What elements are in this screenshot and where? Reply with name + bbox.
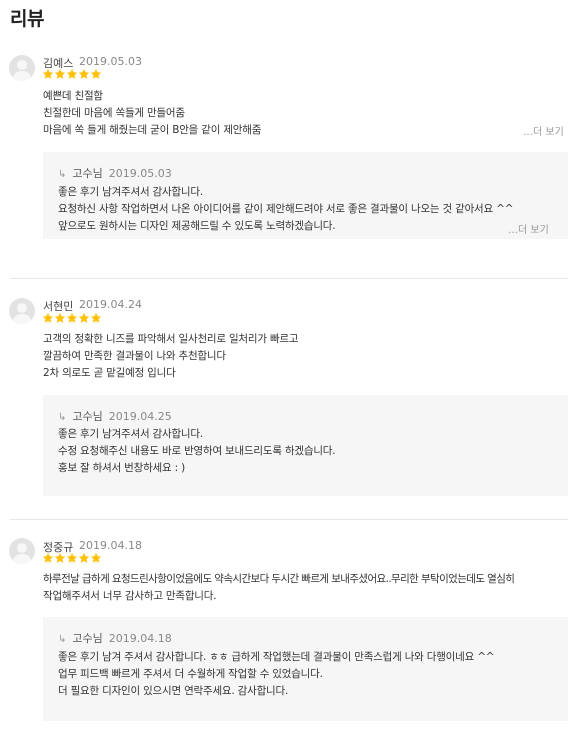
review-line: 하루전날 급하게 요청드린사항이었음에도 약속시간보다 두시간 빠르게 보내주셨… — [43, 573, 515, 585]
reply-body: 좋은 후기 남겨주셔서 감사합니다. 요청하신 사항 작업하면서 나온 아이디어… — [58, 184, 514, 235]
star-icon — [54, 68, 66, 80]
reply-header: ↳ 고수님 2019.05.03 — [58, 165, 172, 181]
page-title: 리뷰 — [10, 8, 44, 30]
reviewer-avatar — [9, 298, 35, 324]
star-icon — [66, 552, 78, 564]
star-icon — [78, 68, 90, 80]
star-rating — [42, 312, 102, 324]
reviewer-avatar — [9, 538, 35, 564]
review-line: 고객의 정확한 니즈를 파악해서 일사천리로 일처리가 빠르고 — [43, 333, 299, 345]
reply-more-link[interactable]: …더 보기 — [508, 221, 549, 236]
reply-line: 좋은 후기 남겨 주셔서 감사합니다. ㅎㅎ 급하게 작업했는데 결과물이 만족… — [58, 651, 495, 663]
reply-author: 고수님 — [72, 410, 103, 423]
review-divider — [10, 519, 568, 520]
reply-line: 앞으로도 원하시는 디자인 제공해드릴 수 있도록 노력하겠습니다. — [58, 220, 336, 232]
reply-line: 좋은 후기 남겨주셔서 감사합니다. — [58, 428, 203, 440]
reply-box: ↳ 고수님 2019.05.03 좋은 후기 남겨주셔서 감사합니다. 요청하신 사… — [43, 152, 568, 239]
review-line: 마음에 쏙 들게 해줬는데 굳이 B안을 같이 제안해줌 — [43, 124, 262, 136]
star-rating — [42, 68, 102, 80]
review-line: 친절한데 마음에 쏙들게 만들어줌 — [43, 107, 185, 119]
review-line: 깔끔하여 만족한 결과물이 나와 추천합니다 — [43, 350, 226, 362]
reply-arrow-icon: ↳ — [58, 412, 67, 423]
review-body: 하루전날 급하게 요청드린사항이었음에도 약속시간보다 두시간 빠르게 보내주셨… — [43, 571, 563, 605]
review-date: 2019.04.24 — [79, 298, 142, 311]
reviewer-avatar — [9, 55, 35, 81]
reply-body: 좋은 후기 남겨주셔서 감사합니다. 수정 요청해주신 내용도 바로 반영하여 … — [58, 426, 336, 477]
star-icon — [66, 68, 78, 80]
star-icon — [42, 552, 54, 564]
reply-date: 2019.04.25 — [108, 410, 172, 423]
reply-arrow-icon: ↳ — [58, 634, 67, 645]
star-icon — [42, 68, 54, 80]
star-icon — [54, 312, 66, 324]
reply-arrow-icon: ↳ — [58, 169, 67, 180]
star-icon — [90, 552, 102, 564]
reply-line: 요청하신 사항 작업하면서 나온 아이디어를 같이 제안해드려야 서로 좋은 결… — [58, 203, 514, 215]
reply-author: 고수님 — [72, 167, 103, 180]
reply-body: 좋은 후기 남겨 주셔서 감사합니다. ㅎㅎ 급하게 작업했는데 결과물이 만족… — [58, 649, 495, 700]
reply-line: 좋은 후기 남겨주셔서 감사합니다. — [58, 186, 203, 198]
reply-date: 2019.04.18 — [108, 632, 172, 645]
star-icon — [78, 312, 90, 324]
star-icon — [90, 68, 102, 80]
star-icon — [54, 552, 66, 564]
reply-line: 더 필요한 디자인이 있으시면 연락주세요. 감사합니다. — [58, 685, 289, 697]
review-date: 2019.04.18 — [79, 539, 142, 552]
review-divider — [10, 278, 568, 279]
review-date: 2019.05.03 — [79, 55, 142, 68]
review-line: 2차 의로도 곧 맡길예정 입니다 — [43, 367, 176, 379]
review-line: 예쁜데 친절함 — [43, 90, 103, 102]
reply-line: 홍보 잘 하셔서 번창하세요 : ) — [58, 462, 185, 474]
reply-line: 수정 요청해주신 내용도 바로 반영하여 보내드리도록 하겠습니다. — [58, 445, 336, 457]
star-icon — [90, 312, 102, 324]
reply-author: 고수님 — [72, 632, 103, 645]
star-icon — [66, 312, 78, 324]
star-icon — [78, 552, 90, 564]
reply-box: ↳ 고수님 2019.04.18 좋은 후기 남겨 주셔서 감사합니다. ㅎㅎ 급하… — [43, 617, 568, 721]
reply-date: 2019.05.03 — [108, 167, 172, 180]
reply-header: ↳ 고수님 2019.04.25 — [58, 408, 172, 424]
reply-header: ↳ 고수님 2019.04.18 — [58, 630, 172, 646]
review-more-link[interactable]: …더 보기 — [523, 123, 564, 138]
review-body: 예쁜데 친절함 친절한데 마음에 쏙들게 만들어줌 마음에 쏙 들게 해줬는데 … — [43, 88, 563, 139]
reply-line: 업무 피드백 빠르게 주셔서 더 수월하게 작업할 수 있었습니다. — [58, 668, 323, 680]
reply-box: ↳ 고수님 2019.04.25 좋은 후기 남겨주셔서 감사합니다. 수정 요청해… — [43, 395, 568, 496]
review-line: 작업해주셔서 너무 감사하고 만족합니다. — [43, 590, 217, 602]
review-body: 고객의 정확한 니즈를 파악해서 일사천리로 일처리가 빠르고 깔끔하여 만족한… — [43, 331, 563, 382]
star-icon — [42, 312, 54, 324]
star-rating — [42, 552, 102, 564]
